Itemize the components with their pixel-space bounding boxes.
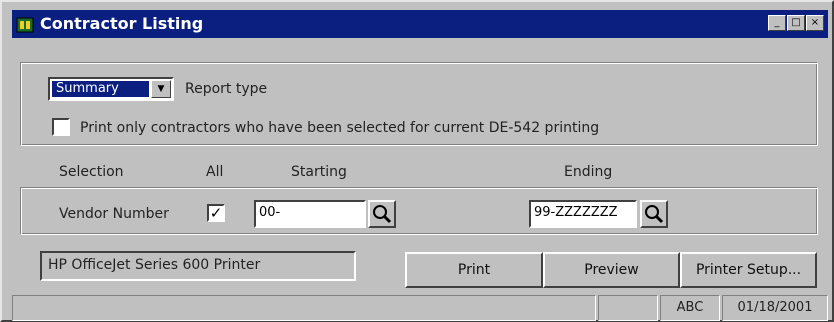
close-button[interactable]: × xyxy=(806,15,824,31)
minimize-icon: _ xyxy=(774,17,780,28)
starting-vendor-input[interactable]: 00- xyxy=(254,200,366,228)
window-title: Contractor Listing xyxy=(40,14,204,33)
close-icon: × xyxy=(810,17,820,28)
magnifier-icon xyxy=(373,205,392,224)
maximize-button[interactable]: □ xyxy=(787,15,805,31)
company-code: ABC xyxy=(660,295,720,321)
status-date: 01/18/2001 xyxy=(722,295,828,321)
ending-vendor-input[interactable]: 99-ZZZZZZZ xyxy=(529,200,637,228)
report-type-label: Report type xyxy=(185,81,268,97)
contractor-listing-window: Contractor Listing _ □ × Summary ▼ Repor… xyxy=(0,0,834,322)
ending-lookup-button[interactable] xyxy=(640,200,668,228)
print-selected-label: Print only contractors who have been sel… xyxy=(80,120,600,136)
checkmark-icon: ✓ xyxy=(209,204,223,222)
all-checkbox[interactable]: ✓ xyxy=(207,204,225,222)
status-cell-main xyxy=(12,295,596,321)
starting-header: Starting xyxy=(291,164,347,180)
status-cell-blank xyxy=(598,295,658,321)
starting-lookup-button[interactable] xyxy=(368,200,396,228)
printer-setup-button[interactable]: Printer Setup... xyxy=(680,252,817,288)
selection-header: Selection xyxy=(59,164,124,180)
report-type-select[interactable]: Summary ▼ xyxy=(48,77,174,101)
maximize-icon: □ xyxy=(791,17,801,28)
magnifier-icon xyxy=(645,205,664,224)
title-bar[interactable]: Contractor Listing _ □ × xyxy=(12,10,828,38)
dropdown-arrow-icon[interactable]: ▼ xyxy=(151,80,171,98)
vendor-number-label: Vendor Number xyxy=(59,206,169,222)
ending-header: Ending xyxy=(564,164,613,180)
app-icon xyxy=(16,17,34,33)
print-button[interactable]: Print xyxy=(405,252,543,288)
all-header: All xyxy=(206,164,224,180)
print-selected-checkbox[interactable] xyxy=(52,118,70,136)
printer-name-field: HP OfficeJet Series 600 Printer xyxy=(40,251,356,281)
report-type-value: Summary xyxy=(52,81,149,97)
preview-button[interactable]: Preview xyxy=(543,252,680,288)
minimize-button[interactable]: _ xyxy=(768,15,786,31)
status-bar: ABC 01/18/2001 xyxy=(12,295,828,321)
